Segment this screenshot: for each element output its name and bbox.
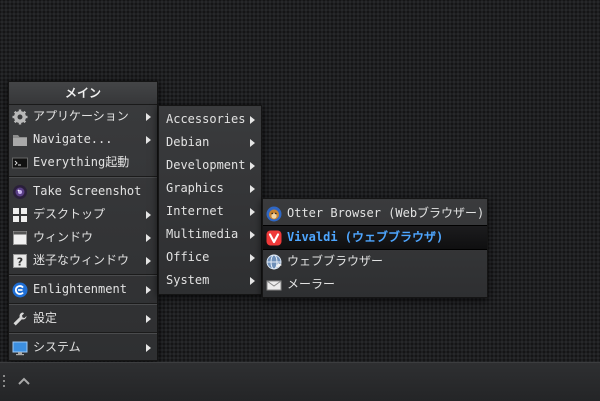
submenu-arrow-icon xyxy=(146,233,151,242)
shelf-grip-handle[interactable] xyxy=(3,375,5,389)
menu-item-navigate[interactable]: Navigate... xyxy=(9,128,157,151)
menu-item-label: アプリケーション xyxy=(33,109,129,123)
menu-separator xyxy=(9,303,157,305)
internet-submenu: Otter Browser (Webブラウザー) Vivaldi (ウェブブラウ… xyxy=(262,198,488,298)
submenu-item-internet[interactable]: Internet xyxy=(159,200,261,223)
menu-item-settings[interactable]: 設定 xyxy=(9,307,157,330)
menu-item-label: Accessories xyxy=(166,112,246,126)
submenu-arrow-icon xyxy=(250,253,255,262)
menu-item-label: Internet xyxy=(166,204,224,218)
submenu-arrow-icon xyxy=(250,184,255,193)
menu-item-lost-windows[interactable]: ? 迷子なウィンドウ xyxy=(9,249,157,272)
submenu-arrow-icon xyxy=(250,161,255,170)
gear-icon xyxy=(12,109,28,124)
menu-item-label: Multimedia xyxy=(166,227,239,241)
submenu-arrow-icon xyxy=(146,135,151,144)
menu-separator xyxy=(9,332,157,334)
desktop-grid-icon xyxy=(13,207,27,222)
menu-item-label: Everything起動 xyxy=(33,155,130,169)
mail-envelope-icon xyxy=(266,280,282,290)
menu-item-label: Graphics xyxy=(166,181,224,195)
main-menu-title: メイン xyxy=(9,82,157,105)
menu-item-label: System xyxy=(166,273,210,287)
question-window-icon: ? xyxy=(13,253,27,268)
camera-icon xyxy=(13,184,27,199)
submenu-arrow-icon xyxy=(146,285,151,294)
menu-item-label: デスクトップ xyxy=(33,207,106,221)
submenu-arrow-icon xyxy=(250,138,255,147)
menu-item-label: ウェブブラウザー xyxy=(287,254,384,268)
submenu-arrow-icon xyxy=(250,207,255,216)
menu-item-label: Navigate... xyxy=(33,132,113,146)
monitor-icon xyxy=(12,341,28,355)
start-menu-icon[interactable] xyxy=(17,375,31,389)
submenu-item-vivaldi[interactable]: Vivaldi (ウェブブラウザ) xyxy=(263,225,487,250)
vivaldi-icon xyxy=(266,230,282,245)
submenu-arrow-icon xyxy=(146,256,151,265)
menu-separator xyxy=(9,274,157,276)
submenu-item-system[interactable]: System xyxy=(159,269,261,292)
submenu-item-accessories[interactable]: Accessories xyxy=(159,108,261,131)
menu-item-label: Debian xyxy=(166,135,210,149)
menu-item-applications[interactable]: アプリケーション xyxy=(9,105,157,128)
window-icon xyxy=(13,230,27,245)
wrench-icon xyxy=(13,312,27,325)
main-menu: メイン アプリケーション Navigate... Everything起動 Ta… xyxy=(8,81,158,361)
terminal-icon xyxy=(12,157,28,168)
menu-item-label: 設定 xyxy=(33,311,58,325)
web-browser-globe-icon xyxy=(266,254,282,269)
menu-item-label: メーラー xyxy=(287,277,336,291)
submenu-arrow-icon xyxy=(146,343,151,352)
submenu-arrow-icon xyxy=(146,210,151,219)
folder-icon xyxy=(13,134,27,146)
menu-item-label: Otter Browser (Webブラウザー) xyxy=(287,206,485,220)
menu-item-label: Enlightenment xyxy=(33,282,127,296)
submenu-item-debian[interactable]: Debian xyxy=(159,131,261,154)
submenu-arrow-icon xyxy=(146,112,151,121)
submenu-item-graphics[interactable]: Graphics xyxy=(159,177,261,200)
otter-browser-icon xyxy=(266,206,282,221)
menu-item-desktop[interactable]: デスクトップ xyxy=(9,203,157,226)
menu-item-label: ウィンドウ xyxy=(33,230,94,244)
submenu-arrow-icon xyxy=(250,115,255,124)
bottom-shelf xyxy=(0,362,600,401)
submenu-item-development[interactable]: Development xyxy=(159,154,261,177)
submenu-item-mailer[interactable]: メーラー xyxy=(263,273,487,296)
menu-separator xyxy=(9,176,157,178)
enlightenment-logo-icon xyxy=(12,282,28,297)
menu-item-label: システム xyxy=(33,340,81,354)
menu-item-enlightenment[interactable]: Enlightenment xyxy=(9,278,157,301)
submenu-arrow-icon xyxy=(146,314,151,323)
menu-item-everything[interactable]: Everything起動 xyxy=(9,151,157,174)
submenu-item-multimedia[interactable]: Multimedia xyxy=(159,223,261,246)
menu-item-label: 迷子なウィンドウ xyxy=(33,253,130,267)
menu-item-label: Take Screenshot xyxy=(33,184,142,198)
menu-item-window[interactable]: ウィンドウ xyxy=(9,226,157,249)
menu-item-label: Development xyxy=(166,158,246,172)
menu-item-system[interactable]: システム xyxy=(9,336,157,359)
submenu-arrow-icon xyxy=(250,230,255,239)
menu-item-label: Office xyxy=(166,250,210,264)
menu-item-label: Vivaldi (ウェブブラウザ) xyxy=(287,230,444,244)
applications-submenu: Accessories Debian Development Graphics … xyxy=(158,105,262,295)
submenu-item-office[interactable]: Office xyxy=(159,246,261,269)
svg-text:?: ? xyxy=(17,255,23,268)
submenu-item-otter-browser[interactable]: Otter Browser (Webブラウザー) xyxy=(263,202,487,225)
submenu-item-web-browser[interactable]: ウェブブラウザー xyxy=(263,250,487,273)
menu-item-take-screenshot[interactable]: Take Screenshot xyxy=(9,180,157,203)
submenu-arrow-icon xyxy=(250,276,255,285)
